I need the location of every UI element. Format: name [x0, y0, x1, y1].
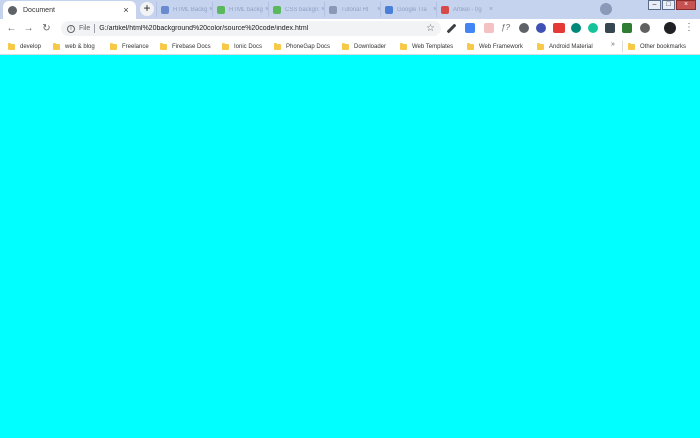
blue-circle-icon[interactable] [536, 23, 546, 33]
tab-favicon-icon [217, 5, 225, 14]
reload-button[interactable]: ↻ [40, 22, 53, 35]
tab-favicon-icon [273, 5, 281, 14]
tab-background[interactable]: CSS backgrou × [268, 2, 329, 17]
tab-label: Artikel - t/g [453, 6, 482, 13]
bookmark-label: Ionic Docs [234, 43, 263, 50]
tab-label: HTML Backgr [173, 6, 207, 13]
bookmark-folder[interactable]: Web Templates [400, 41, 453, 52]
tab-label: HTML backgr [229, 6, 263, 13]
url-scheme-label: File [79, 25, 91, 32]
minimize-button[interactable]: – [648, 0, 661, 10]
other-bookmarks-folder[interactable]: Other bookmarks [628, 41, 686, 52]
bookmark-label: web & blog [65, 43, 95, 50]
bookmark-label: Web Templates [412, 43, 454, 50]
new-tab-button[interactable]: + [140, 2, 154, 16]
folder-icon [110, 42, 117, 50]
folder-icon [53, 42, 60, 50]
tab-strip: Document × + HTML Backgr × HTML backgr ×… [0, 0, 700, 19]
tab-label: Tutorial Ht [341, 6, 369, 13]
square-icon[interactable] [605, 23, 615, 33]
bookmark-label: Web Framework [479, 43, 523, 50]
folder-icon [342, 42, 349, 50]
tab-close-icon[interactable]: × [489, 6, 493, 13]
url-separator [94, 24, 96, 33]
browser-profile-icon[interactable] [600, 3, 612, 15]
bookmark-folder[interactable]: develop [8, 41, 41, 52]
bookmark-folder[interactable]: Firebase Docs [160, 41, 211, 52]
back-button[interactable]: ← [5, 22, 18, 35]
bookmark-label: Android Material [549, 43, 593, 50]
folder-icon [222, 42, 229, 50]
teal-circle-icon[interactable] [571, 23, 581, 33]
folder-icon [400, 42, 407, 50]
tab-background[interactable]: Artikel - t/g × [436, 2, 497, 17]
forward-button[interactable]: → [22, 22, 35, 35]
bookmark-star-icon[interactable]: ☆ [426, 23, 435, 34]
tab-favicon-icon [385, 5, 393, 14]
bookmark-folder[interactable]: PhoneGap Docs [274, 41, 330, 52]
bookmark-folder[interactable]: web & blog [53, 41, 95, 52]
translate-icon[interactable] [465, 23, 475, 33]
info-icon[interactable]: i [67, 24, 75, 33]
clock-icon[interactable] [640, 23, 650, 33]
tab-background[interactable]: HTML backgr × [212, 2, 273, 17]
tab-label: Google Tra [397, 6, 427, 13]
bookmark-folder[interactable]: Android Material [537, 41, 593, 52]
tab-favicon-icon [441, 5, 449, 14]
new-badge-icon[interactable] [553, 23, 565, 33]
folder-icon [274, 42, 281, 50]
f-question-icon[interactable]: ƒ? [501, 23, 511, 33]
tab-background[interactable]: Tutorial Ht × [324, 2, 385, 17]
address-bar[interactable]: i File G:/artikel/html%20background%20co… [61, 21, 441, 36]
folder-icon [467, 42, 474, 50]
folder-icon [8, 42, 15, 50]
bookmark-label: Downloader [354, 43, 387, 50]
tab-background[interactable]: HTML Backgr × [156, 2, 217, 17]
bookmark-label: PhoneGap Docs [286, 43, 331, 50]
tab-active[interactable]: Document × [3, 1, 136, 19]
bookmark-label: Firebase Docs [172, 43, 211, 50]
tab-favicon-icon [161, 5, 169, 14]
bookmark-label: Freelance [122, 43, 149, 50]
window-controls: – □ × [647, 0, 696, 10]
globe-icon [8, 5, 17, 15]
other-bookmarks-label: Other bookmarks [640, 43, 687, 50]
bookmarks-overflow-button[interactable]: » [611, 41, 615, 48]
gear-icon[interactable] [519, 23, 529, 33]
tab-favicon-icon [329, 5, 337, 14]
grammarly-icon[interactable] [588, 23, 598, 33]
maximize-button[interactable]: □ [662, 0, 675, 10]
green-square-icon[interactable] [622, 23, 632, 33]
browser-menu-icon[interactable]: ⋮ [684, 22, 694, 34]
close-window-button[interactable]: × [676, 0, 696, 10]
page-viewport [0, 56, 700, 438]
bookmark-folder[interactable]: Downloader [342, 41, 386, 52]
profile-icon[interactable] [664, 22, 676, 34]
tab-title: Document [23, 6, 55, 14]
folder-icon [160, 42, 167, 50]
bookmark-folder[interactable]: Freelance [110, 41, 149, 52]
tab-background[interactable]: Google Tra × [380, 2, 441, 17]
bookmark-folder[interactable]: Web Framework [467, 41, 523, 52]
bookmark-folder[interactable]: Ionic Docs [222, 41, 262, 52]
bookmark-label: develop [20, 43, 42, 50]
tab-label: CSS backgrou [285, 6, 319, 13]
folder-icon [537, 42, 544, 50]
bookmarks-bar: develop web & blog Freelance Firebase Do… [0, 38, 700, 55]
sticky-icon[interactable] [484, 23, 494, 33]
folder-icon [628, 42, 635, 50]
url-text[interactable]: G:/artikel/html%20background%20color/sou… [99, 25, 426, 32]
bookmarks-separator [622, 41, 623, 52]
tab-close-button[interactable]: × [121, 5, 131, 15]
